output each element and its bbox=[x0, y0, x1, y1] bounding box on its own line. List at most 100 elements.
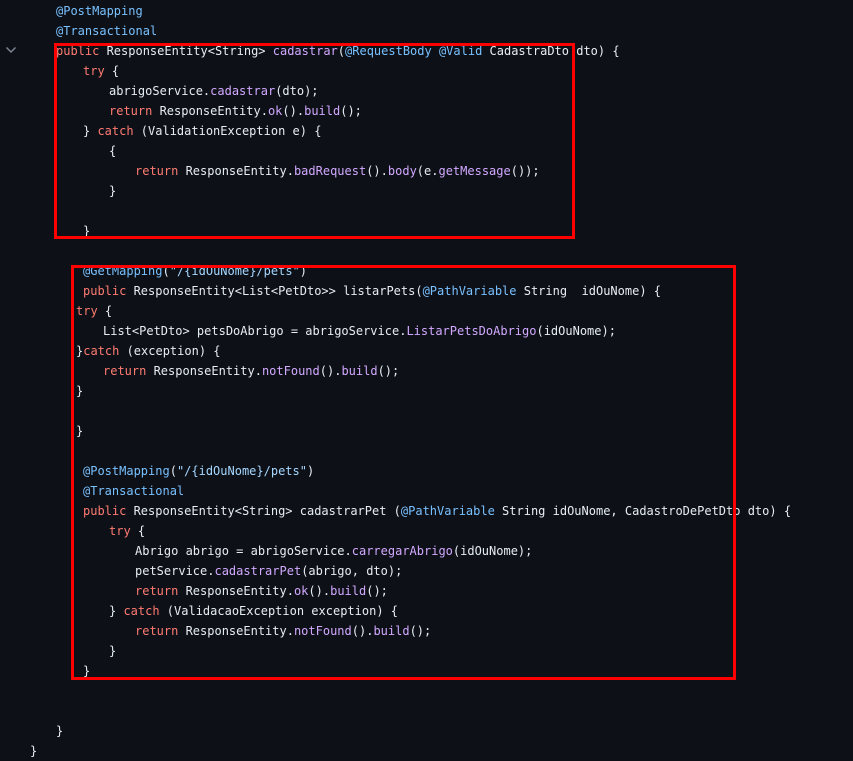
code-line: @Transactional bbox=[56, 21, 157, 41]
code-token-text: } bbox=[30, 744, 38, 758]
code-line: public ResponseEntity<String> cadastrar(… bbox=[56, 41, 620, 61]
code-token-text: ResponseEntity<String> bbox=[99, 44, 273, 58]
chevron-down-icon[interactable] bbox=[3, 42, 19, 58]
code-token-method: build bbox=[304, 104, 341, 118]
code-line: @GetMapping("/{idOuNome}/pets") bbox=[83, 261, 307, 281]
code-token-keyword: catch bbox=[97, 124, 134, 138]
code-token-keyword: catch bbox=[83, 344, 120, 358]
code-token-method: ok bbox=[267, 104, 283, 118]
code-token-annotation: @PathVariable bbox=[422, 284, 517, 298]
code-token-annotation: @RequestBody bbox=[345, 44, 432, 58]
code-line: } bbox=[109, 641, 116, 661]
code-token-text: (dto); bbox=[275, 84, 319, 98]
code-token-annotation: @PostMapping bbox=[83, 464, 170, 478]
code-line: return ResponseEntity.notFound().build()… bbox=[135, 621, 431, 641]
code-token-method: build bbox=[373, 624, 410, 638]
code-token-keyword: try bbox=[109, 524, 131, 538]
code-token-text: (); bbox=[366, 584, 388, 598]
code-token-text: } bbox=[56, 724, 64, 738]
code-token-method: carregarAbrigo bbox=[351, 544, 453, 558]
code-token-method: notFound bbox=[261, 364, 320, 378]
code-line: return ResponseEntity.badRequest().body(… bbox=[135, 161, 540, 181]
code-token-text: } bbox=[109, 604, 124, 618]
code-token-text: (); bbox=[340, 104, 362, 118]
code-token-text: (). bbox=[351, 624, 374, 638]
code-token-text: ResponseEntity. bbox=[178, 164, 294, 178]
code-token-text: } bbox=[76, 384, 84, 398]
code-token-text: (). bbox=[282, 104, 305, 118]
code-line: return ResponseEntity.ok().build(); bbox=[135, 581, 388, 601]
code-token-text: { bbox=[104, 64, 120, 78]
code-token-text: abrigoService. bbox=[109, 84, 211, 98]
code-token-text: List<PetDto> petsDoAbrigo = abrigoServic… bbox=[103, 324, 407, 338]
code-token-text: { bbox=[97, 304, 113, 318]
code-token-method: body bbox=[387, 164, 417, 178]
code-line: abrigoService.cadastrar(dto); bbox=[109, 81, 319, 101]
code-token-method: cadastrarPet bbox=[214, 564, 302, 578]
code-token-method: cadastrar bbox=[210, 84, 276, 98]
code-line: Abrigo abrigo = abrigoService.carregarAb… bbox=[135, 541, 532, 561]
code-line: return ResponseEntity.notFound().build()… bbox=[103, 361, 399, 381]
code-token-annotation: @GetMapping bbox=[83, 264, 163, 278]
code-line: try { bbox=[109, 521, 145, 541]
highlight-box-cadastrar bbox=[54, 43, 575, 239]
code-token-text: String idOuNome, CadastroDePetDto dto) { bbox=[494, 504, 792, 518]
code-line: } bbox=[109, 181, 116, 201]
code-token-text: ResponseEntity<List<PetDto>> listarPets( bbox=[126, 284, 423, 298]
code-token-text: ( bbox=[169, 464, 177, 478]
code-token-text: ( bbox=[162, 264, 170, 278]
code-line: { bbox=[109, 141, 116, 161]
code-token-keyword: public bbox=[56, 44, 100, 58]
code-token-text: (abrigo, dto); bbox=[301, 564, 403, 578]
code-token-text: ResponseEntity. bbox=[152, 104, 268, 118]
code-token-annotation: @Transactional bbox=[83, 484, 185, 498]
code-token-method: badRequest bbox=[293, 164, 367, 178]
code-line: } bbox=[76, 381, 83, 401]
code-token-text: ResponseEntity. bbox=[178, 584, 294, 598]
code-token-text: (idOuNome); bbox=[536, 324, 616, 338]
code-token-text: (exception) { bbox=[119, 344, 221, 358]
code-token-text: } bbox=[83, 664, 91, 678]
code-token-annotation: @Transactional bbox=[56, 24, 158, 38]
code-token-text: (). bbox=[366, 164, 388, 178]
code-token-text: ( bbox=[337, 44, 346, 58]
code-token-keyword: try bbox=[76, 304, 98, 318]
code-line: } catch (ValidationException e) { bbox=[83, 121, 321, 141]
code-token-text: (idOuNome); bbox=[452, 544, 533, 558]
code-token-keyword: return bbox=[135, 164, 179, 178]
code-token-keyword: return bbox=[135, 584, 179, 598]
code-line: public ResponseEntity<List<PetDto>> list… bbox=[83, 281, 661, 301]
code-token-text: petService. bbox=[135, 564, 215, 578]
code-token-text: { bbox=[109, 144, 117, 158]
code-token-annotation: @PathVariable bbox=[400, 504, 495, 518]
code-line: }catch (exception) { bbox=[76, 341, 221, 361]
code-token-keyword: return bbox=[135, 624, 179, 638]
code-token-text: ) bbox=[299, 264, 307, 278]
code-line: try { bbox=[83, 61, 119, 81]
code-line: List<PetDto> petsDoAbrigo = abrigoServic… bbox=[103, 321, 616, 341]
code-line: try { bbox=[76, 301, 112, 321]
code-line: return ResponseEntity.ok().build(); bbox=[109, 101, 362, 121]
code-line: @Transactional bbox=[83, 481, 184, 501]
code-token-annotation: @PostMapping bbox=[56, 4, 143, 18]
code-token-text: Abrigo abrigo = abrigoService. bbox=[135, 544, 352, 558]
code-line: } bbox=[83, 221, 90, 241]
code-token-keyword: try bbox=[83, 64, 105, 78]
code-token-method: notFound bbox=[293, 624, 352, 638]
code-token-text: (ValidacaoException exception) { bbox=[159, 604, 398, 618]
code-token-method: cadastrar bbox=[272, 44, 338, 58]
code-token-text: ) bbox=[306, 464, 315, 478]
code-token-text: ResponseEntity. bbox=[178, 624, 294, 638]
code-token-text: (). bbox=[319, 364, 342, 378]
code-token-method: build bbox=[341, 364, 378, 378]
code-token-keyword: return bbox=[109, 104, 153, 118]
code-token-text: ResponseEntity. bbox=[146, 364, 262, 378]
code-line: petService.cadastrarPet(abrigo, dto); bbox=[135, 561, 402, 581]
code-token-text: (ValidationException e) { bbox=[133, 124, 322, 138]
code-token-text: CadastraDto dto) { bbox=[482, 44, 620, 58]
code-token-method: build bbox=[330, 584, 367, 598]
code-token-string: "/{idOuNome}/pets" bbox=[176, 464, 307, 478]
code-token-text: ResponseEntity<String> cadastrarPet ( bbox=[126, 504, 401, 518]
code-line: } bbox=[30, 741, 37, 761]
